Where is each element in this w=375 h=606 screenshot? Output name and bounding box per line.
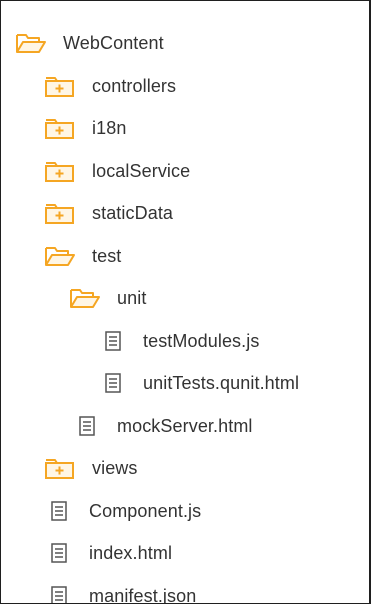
folder-closed-icon	[44, 201, 76, 225]
tree-item-localservice[interactable]: localService	[1, 150, 369, 193]
folder-closed-icon	[44, 456, 76, 480]
file-icon	[47, 584, 71, 603]
tree-item-i18n[interactable]: i18n	[1, 107, 369, 150]
tree-item-mockserver-html[interactable]: mockServer.html	[1, 405, 369, 448]
tree-item-label: testModules.js	[143, 330, 260, 351]
tree-item-label: unitTests.qunit.html	[143, 373, 300, 394]
tree-item-label: mockServer.html	[117, 415, 253, 436]
tree-item-label: controllers	[92, 75, 177, 96]
file-icon	[47, 541, 71, 565]
tree-item-label: WebContent	[63, 33, 164, 54]
folder-closed-icon	[44, 116, 76, 140]
tree-item-label: localService	[92, 160, 191, 181]
tree-item-controllers[interactable]: controllers	[1, 65, 369, 108]
file-icon	[47, 499, 71, 523]
tree-item-manifest-json[interactable]: manifest.json	[1, 575, 369, 604]
folder-closed-icon	[44, 74, 76, 98]
tree-item-staticdata[interactable]: staticData	[1, 192, 369, 235]
file-icon	[75, 414, 99, 438]
tree-item-views[interactable]: views	[1, 447, 369, 490]
tree-item-label: staticData	[92, 203, 174, 224]
folder-open-icon	[69, 286, 101, 310]
tree-item-label: manifest.json	[89, 585, 197, 604]
tree-item-label: views	[92, 458, 138, 479]
tree-item-component-js[interactable]: Component.js	[1, 490, 369, 533]
file-explorer-panel: WebContent controllers i18n localService…	[0, 0, 371, 604]
tree-item-label: Component.js	[89, 500, 202, 521]
tree-item-label: i18n	[92, 118, 127, 139]
folder-open-icon	[44, 244, 76, 268]
tree-item-label: unit	[117, 288, 147, 309]
folder-open-icon	[15, 31, 47, 55]
file-icon	[101, 371, 125, 395]
file-tree: WebContent controllers i18n localService…	[1, 22, 369, 604]
tree-item-label: test	[92, 245, 122, 266]
tree-item-test[interactable]: test	[1, 235, 369, 278]
file-icon	[101, 329, 125, 353]
tree-item-testmodules-js[interactable]: testModules.js	[1, 320, 369, 363]
tree-item-unittests-qunit-html[interactable]: unitTests.qunit.html	[1, 362, 369, 405]
tree-item-label: index.html	[89, 543, 173, 564]
tree-item-webcontent[interactable]: WebContent	[1, 22, 369, 65]
tree-item-unit[interactable]: unit	[1, 277, 369, 320]
folder-closed-icon	[44, 159, 76, 183]
tree-item-index-html[interactable]: index.html	[1, 532, 369, 575]
